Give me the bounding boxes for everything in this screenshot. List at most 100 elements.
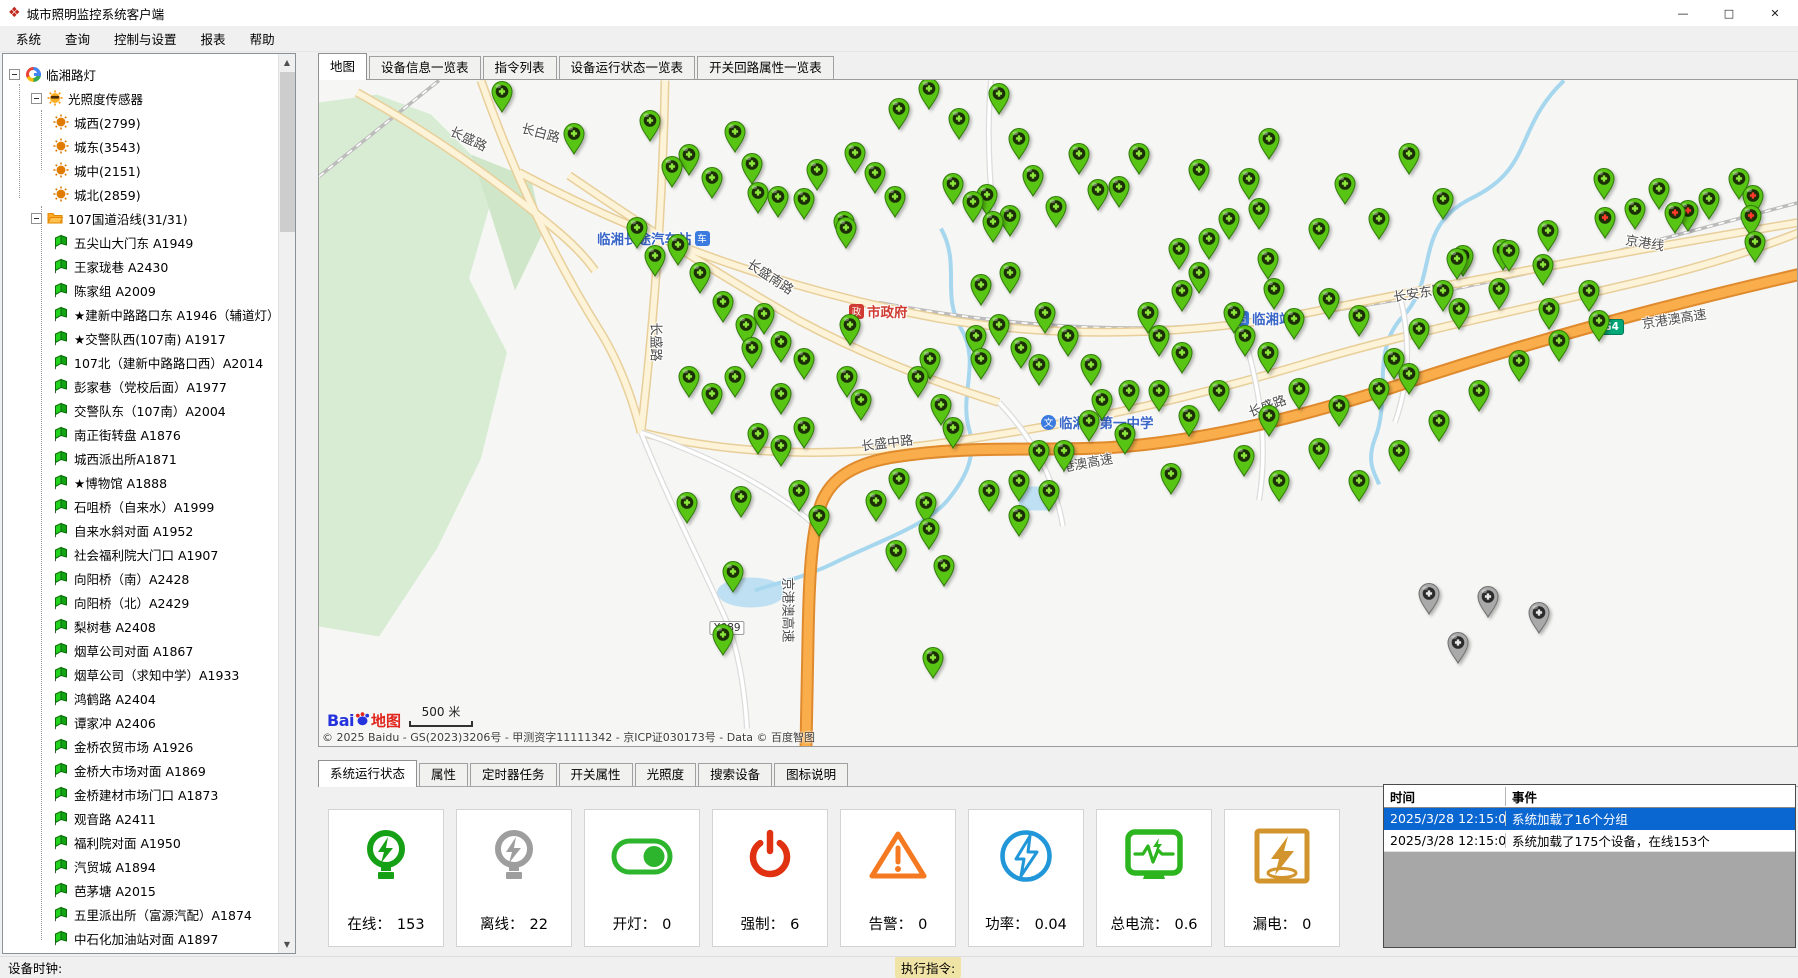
device-pin-online[interactable] — [887, 467, 911, 500]
device-pin-online[interactable] — [1197, 227, 1221, 260]
device-pin-offline[interactable] — [1417, 582, 1441, 615]
scrollbar-thumb[interactable] — [280, 72, 295, 232]
device-pin-online[interactable] — [700, 166, 724, 199]
device-pin-online[interactable] — [1257, 404, 1281, 437]
device-pin-online[interactable] — [1697, 187, 1721, 220]
device-pin-online[interactable] — [917, 79, 941, 110]
device-pin-online[interactable] — [1207, 379, 1231, 412]
device-pin-online[interactable] — [987, 313, 1011, 346]
device-pin-online[interactable] — [1367, 377, 1391, 410]
device-pin-online[interactable] — [981, 210, 1005, 243]
tree-item[interactable]: 交警队东（107南）A2004 — [53, 398, 226, 422]
device-pin-online[interactable] — [769, 330, 793, 363]
tree-item[interactable]: 金桥农贸市场 A1926 — [53, 734, 193, 758]
device-pin-online[interactable] — [688, 261, 712, 294]
device-pin-online[interactable] — [1282, 307, 1306, 340]
device-pin-online[interactable] — [1117, 379, 1141, 412]
tree-item[interactable]: 107北（建新中路路口西）A2014 — [53, 350, 263, 374]
device-pin-online[interactable] — [1170, 341, 1194, 374]
device-pin-online[interactable] — [1317, 287, 1341, 320]
device-pin-online[interactable] — [1467, 379, 1491, 412]
tree-item[interactable]: 福利院对面 A1950 — [53, 830, 181, 854]
tree-expander-icon[interactable] — [9, 69, 20, 80]
tree-item[interactable]: 鸿鹤路 A2404 — [53, 686, 156, 710]
device-pin-online[interactable] — [1056, 324, 1080, 357]
scroll-down-arrow-icon[interactable]: ▼ — [279, 936, 295, 953]
maximize-button[interactable]: □ — [1706, 0, 1752, 26]
device-pin-online[interactable] — [807, 504, 831, 537]
tab-地图[interactable]: 地图 — [318, 53, 367, 80]
device-pin-online[interactable] — [677, 365, 701, 398]
tree-item[interactable]: 金桥大市场对面 A1869 — [53, 758, 206, 782]
device-pin-offline[interactable] — [1476, 585, 1500, 618]
device-pin-online[interactable] — [1237, 167, 1261, 200]
device-pin-online[interactable] — [1307, 437, 1331, 470]
tree-item[interactable]: 城西(2799) — [53, 110, 141, 134]
tree-item[interactable]: 临湘路灯 — [9, 62, 96, 86]
device-pin-online[interactable] — [792, 416, 816, 449]
tab-设备运行状态一览表[interactable]: 设备运行状态一览表 — [559, 56, 696, 79]
device-pin-online[interactable] — [1536, 219, 1560, 252]
tree-item[interactable]: 城东(3543) — [53, 134, 141, 158]
device-pin-online[interactable] — [1262, 277, 1286, 310]
tab-定时器任务[interactable]: 定时器任务 — [470, 763, 557, 786]
tree-item[interactable]: 光照度传感器 — [31, 86, 143, 110]
device-pin-online[interactable] — [1267, 469, 1291, 502]
scroll-up-arrow-icon[interactable]: ▲ — [279, 54, 295, 71]
device-pin-online[interactable] — [883, 185, 907, 218]
device-pin-online[interactable] — [1007, 127, 1031, 160]
tree-expander-icon[interactable] — [31, 93, 42, 104]
device-pin-online[interactable] — [1445, 247, 1469, 280]
device-pin-online[interactable] — [1427, 409, 1451, 442]
device-pin-online[interactable] — [643, 244, 667, 277]
device-pin-online[interactable] — [700, 382, 724, 415]
device-pin-online[interactable] — [1021, 164, 1045, 197]
device-pin-online[interactable] — [711, 623, 735, 656]
tree-item[interactable]: 芭茅塘 A2015 — [53, 878, 156, 902]
device-pin-online[interactable] — [766, 185, 790, 218]
device-pin-online[interactable] — [998, 261, 1022, 294]
device-pin-online[interactable] — [1327, 394, 1351, 427]
device-pin-online[interactable] — [1256, 341, 1280, 374]
device-pin-online[interactable] — [562, 122, 586, 155]
device-pin-online[interactable] — [1044, 195, 1068, 228]
device-pin-online[interactable] — [1107, 175, 1131, 208]
tree-item[interactable]: 城西派出所A1871 — [53, 446, 177, 470]
device-pin-online[interactable] — [1052, 439, 1076, 472]
device-pin-online[interactable] — [1177, 404, 1201, 437]
device-pin-online[interactable] — [864, 489, 888, 522]
device-pin-offline[interactable] — [1446, 631, 1470, 664]
tab-开关回路属性一览表[interactable]: 开关回路属性一览表 — [697, 56, 834, 79]
event-row[interactable]: 2025/3/28 12:15:08系统加载了16个分组 — [1384, 808, 1795, 830]
device-pin-online[interactable] — [921, 646, 945, 679]
device-pin-online[interactable] — [666, 233, 690, 266]
device-pin-online[interactable] — [1007, 504, 1031, 537]
device-pin-online[interactable] — [1187, 158, 1211, 191]
tab-搜索设备[interactable]: 搜索设备 — [698, 763, 772, 786]
device-pin-online[interactable] — [849, 388, 873, 421]
event-header-event[interactable]: 事件 — [1506, 787, 1795, 806]
device-pin-online[interactable] — [792, 187, 816, 220]
device-pin-online[interactable] — [1547, 329, 1571, 362]
device-pin-online[interactable] — [1307, 217, 1331, 250]
menu-item-帮助[interactable]: 帮助 — [238, 26, 287, 51]
device-pin-online[interactable] — [638, 109, 662, 142]
tree-expander-icon[interactable] — [31, 213, 42, 224]
tree-item[interactable]: 梨树巷 A2408 — [53, 614, 156, 638]
tree-item[interactable]: 五里派出所（富源汽配）A1874 — [53, 902, 252, 926]
tree-item[interactable]: 石咀桥（自来水）A1999 — [53, 494, 214, 518]
device-pin-online[interactable] — [1407, 317, 1431, 350]
device-pin-online[interactable] — [838, 313, 862, 346]
device-pin-online[interactable] — [1587, 309, 1611, 342]
device-pin-online[interactable] — [1743, 230, 1767, 263]
tree-item[interactable]: 谭家冲 A2406 — [53, 710, 156, 734]
device-pin-online[interactable] — [792, 347, 816, 380]
device-pin-online[interactable] — [1086, 178, 1110, 211]
tree-item[interactable]: 城中(2151) — [53, 158, 141, 182]
device-pin-online[interactable] — [675, 491, 699, 524]
device-pin-online[interactable] — [1592, 167, 1616, 200]
device-pin-online[interactable] — [723, 120, 747, 153]
device-pin-online[interactable] — [1507, 349, 1531, 382]
tree-item[interactable]: 烟草公司对面 A1867 — [53, 638, 193, 662]
device-pin-alarm[interactable] — [1663, 201, 1687, 234]
